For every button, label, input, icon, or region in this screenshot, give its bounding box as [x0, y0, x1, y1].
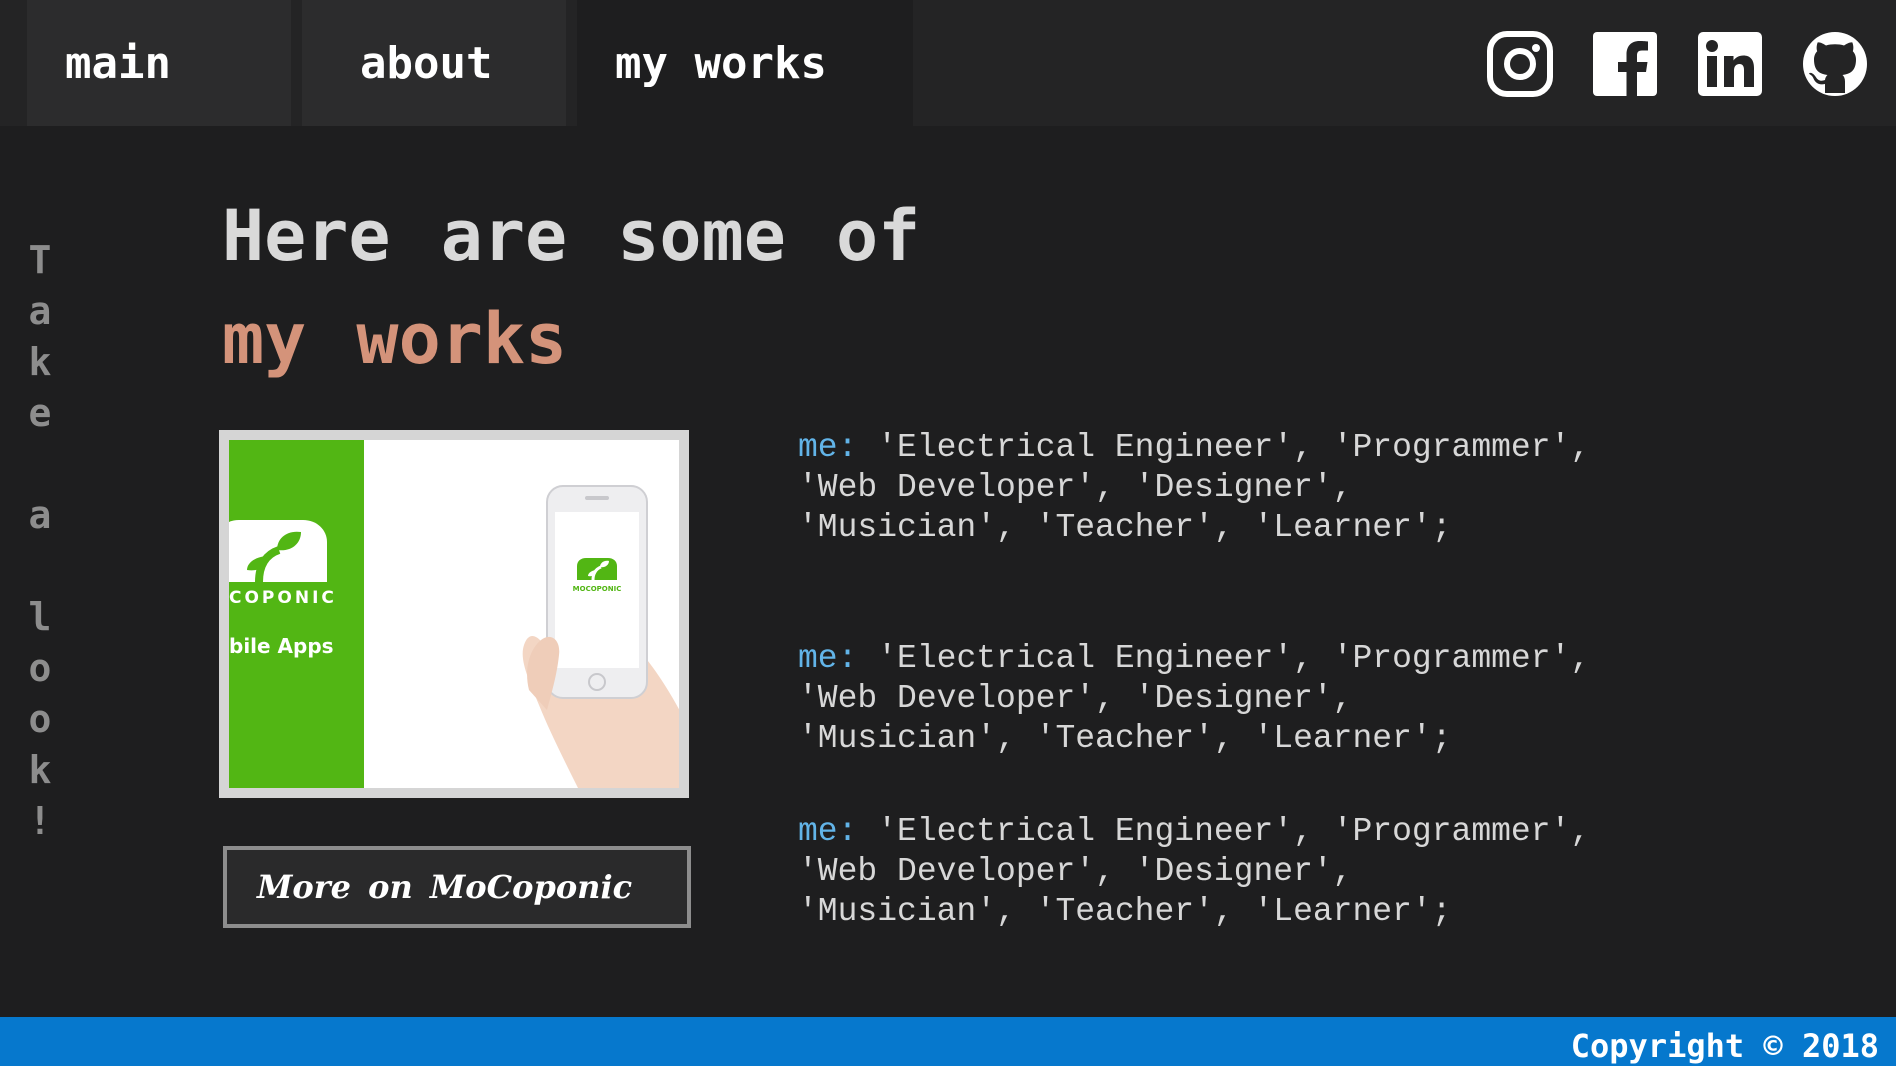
tab-main-label: main: [65, 37, 171, 89]
more-button-label: More on MoCoponic: [257, 868, 633, 906]
side-letter: o: [28, 697, 52, 741]
instagram-icon[interactable]: [1486, 30, 1554, 98]
mocoponic-project-image: COPONIC bile Apps MOCOPONIC: [229, 440, 679, 788]
facebook-icon[interactable]: [1591, 30, 1659, 98]
tab-my-works[interactable]: my works: [577, 0, 913, 126]
phone-brand-text: MOCOPONIC: [573, 585, 622, 593]
code-description-block: me: 'Electrical Engineer', 'Programmer',…: [798, 428, 1658, 548]
side-letter: T: [28, 238, 52, 282]
code-description-block: me: 'Electrical Engineer', 'Programmer',…: [798, 639, 1658, 759]
side-letter: e: [28, 391, 52, 435]
more-on-mocoponic-button[interactable]: More on MoCoponic: [223, 846, 691, 928]
copyright-text: Copyright © 2018: [1570, 1027, 1879, 1065]
code-keyword: me:: [798, 429, 858, 466]
code-text: 'Electrical Engineer', 'Programmer',: [857, 813, 1591, 850]
side-letter: k: [28, 748, 52, 792]
mocoponic-logo-icon: [229, 520, 327, 582]
tab-about[interactable]: about: [302, 0, 566, 126]
side-letter: a: [28, 289, 52, 333]
page-title-line-2: my works: [222, 298, 568, 380]
code-line: me: 'Electrical Engineer', 'Programmer',: [798, 812, 1658, 852]
code-keyword: me:: [798, 640, 858, 677]
code-keyword: me:: [798, 813, 858, 850]
code-line: 'Musician', 'Teacher', 'Learner';: [798, 509, 1452, 546]
code-description-block: me: 'Electrical Engineer', 'Programmer',…: [798, 812, 1658, 932]
code-line: 'Web Developer', 'Designer',: [798, 469, 1353, 506]
take-a-look-vertical-text: T a k e a l o o k !: [20, 235, 60, 847]
brand-subtitle-text: bile Apps: [229, 634, 334, 658]
top-nav: main about my works: [0, 0, 1896, 126]
code-text: 'Electrical Engineer', 'Programmer',: [857, 429, 1591, 466]
side-letter: o: [28, 646, 52, 690]
code-line: 'Web Developer', 'Designer',: [798, 853, 1353, 890]
code-line: me: 'Electrical Engineer', 'Programmer',: [798, 639, 1658, 679]
side-letter: !: [28, 799, 52, 843]
tab-main[interactable]: main: [27, 0, 291, 126]
hand-holding-phone-illustration: MOCOPONIC: [522, 485, 679, 788]
linkedin-icon[interactable]: [1696, 30, 1764, 98]
tab-about-label: about: [360, 37, 493, 89]
page-title-line-1: Here are some of: [222, 195, 921, 277]
github-icon[interactable]: [1801, 30, 1869, 98]
code-line: 'Web Developer', 'Designer',: [798, 680, 1353, 717]
side-letter: k: [28, 340, 52, 384]
side-letter: a: [28, 493, 52, 537]
code-line: 'Musician', 'Teacher', 'Learner';: [798, 893, 1452, 930]
brand-green-panel: COPONIC bile Apps: [229, 440, 364, 788]
project-thumbnail-frame[interactable]: COPONIC bile Apps MOCOPONIC: [219, 430, 689, 798]
side-letter: l: [28, 595, 52, 639]
code-line: 'Musician', 'Teacher', 'Learner';: [798, 720, 1452, 757]
code-line: me: 'Electrical Engineer', 'Programmer',: [798, 428, 1658, 468]
code-text: 'Electrical Engineer', 'Programmer',: [857, 640, 1591, 677]
tab-my-works-label: my works: [615, 37, 827, 89]
brand-name-text: COPONIC: [229, 588, 337, 608]
footer: Copyright © 2018: [0, 1017, 1896, 1066]
